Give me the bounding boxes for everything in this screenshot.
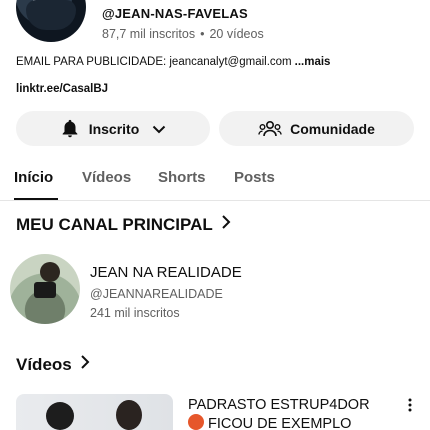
subscribed-button[interactable]: Inscrito	[16, 111, 210, 146]
featured-channel-avatar[interactable]	[10, 254, 80, 324]
community-label: Comunidade	[290, 120, 375, 137]
main-channel-section-header[interactable]: MEU CANAL PRINCIPAL	[16, 214, 231, 235]
thumbnail-person	[116, 400, 142, 430]
tab-shorts[interactable]: Shorts	[158, 169, 206, 186]
channel-avatar[interactable]	[16, 0, 86, 42]
video-count: 20 vídeos	[209, 27, 264, 41]
camera-icon	[34, 282, 56, 298]
subscriber-count: 87,7 mil inscritos	[102, 27, 196, 41]
angry-face-emoji-icon	[188, 414, 204, 430]
thumbnail-person	[46, 402, 74, 430]
active-tab-indicator	[14, 198, 58, 200]
more-options-icon[interactable]	[405, 398, 415, 412]
chevron-right-icon	[221, 214, 231, 235]
chevron-down-icon	[151, 121, 167, 137]
tab-home[interactable]: Início	[14, 169, 53, 186]
meta-separator: •	[200, 27, 205, 41]
section-title: Vídeos	[16, 354, 72, 374]
featured-channel-subscribers: 241 mil inscritos	[90, 306, 180, 320]
subscribed-label: Inscrito	[88, 120, 140, 137]
people-icon	[258, 119, 282, 139]
chevron-right-icon	[80, 354, 90, 375]
videos-section-header[interactable]: Vídeos	[16, 354, 90, 375]
more-link[interactable]: ...mais	[295, 56, 331, 68]
tab-posts[interactable]: Posts	[234, 169, 275, 186]
avatar-person	[40, 262, 60, 282]
video-title-line: PADRASTO ESTRUP4DOR	[188, 397, 370, 413]
video-thumbnail[interactable]	[16, 394, 173, 430]
channel-link[interactable]: linktr.ee/CasalBJ	[16, 83, 108, 95]
channel-handle: @JEAN-NAS-FAVELAS	[102, 6, 248, 21]
tab-videos[interactable]: Vídeos	[82, 169, 131, 186]
section-title: MEU CANAL PRINCIPAL	[16, 214, 213, 234]
channel-description[interactable]: EMAIL PARA PUBLICIDADE: jeancanalyt@gmai…	[16, 56, 330, 68]
video-title[interactable]: PADRASTO ESTRUP4DOR FICOU DE EXEMPLO	[188, 396, 393, 430]
featured-channel-name[interactable]: JEAN NA REALIDADE	[90, 264, 242, 281]
channel-meta: 87,7 mil inscritos • 20 vídeos	[102, 27, 264, 41]
description-text: EMAIL PARA PUBLICIDADE: jeancanalyt@gmai…	[16, 56, 292, 68]
featured-channel-handle: @JEANNAREALIDADE	[90, 287, 223, 301]
community-button[interactable]: Comunidade	[219, 111, 414, 146]
bell-icon	[59, 118, 81, 140]
channel-tabs: Início Vídeos Shorts Posts	[0, 160, 430, 201]
video-title-line: FICOU DE EXEMPLO	[208, 416, 352, 430]
